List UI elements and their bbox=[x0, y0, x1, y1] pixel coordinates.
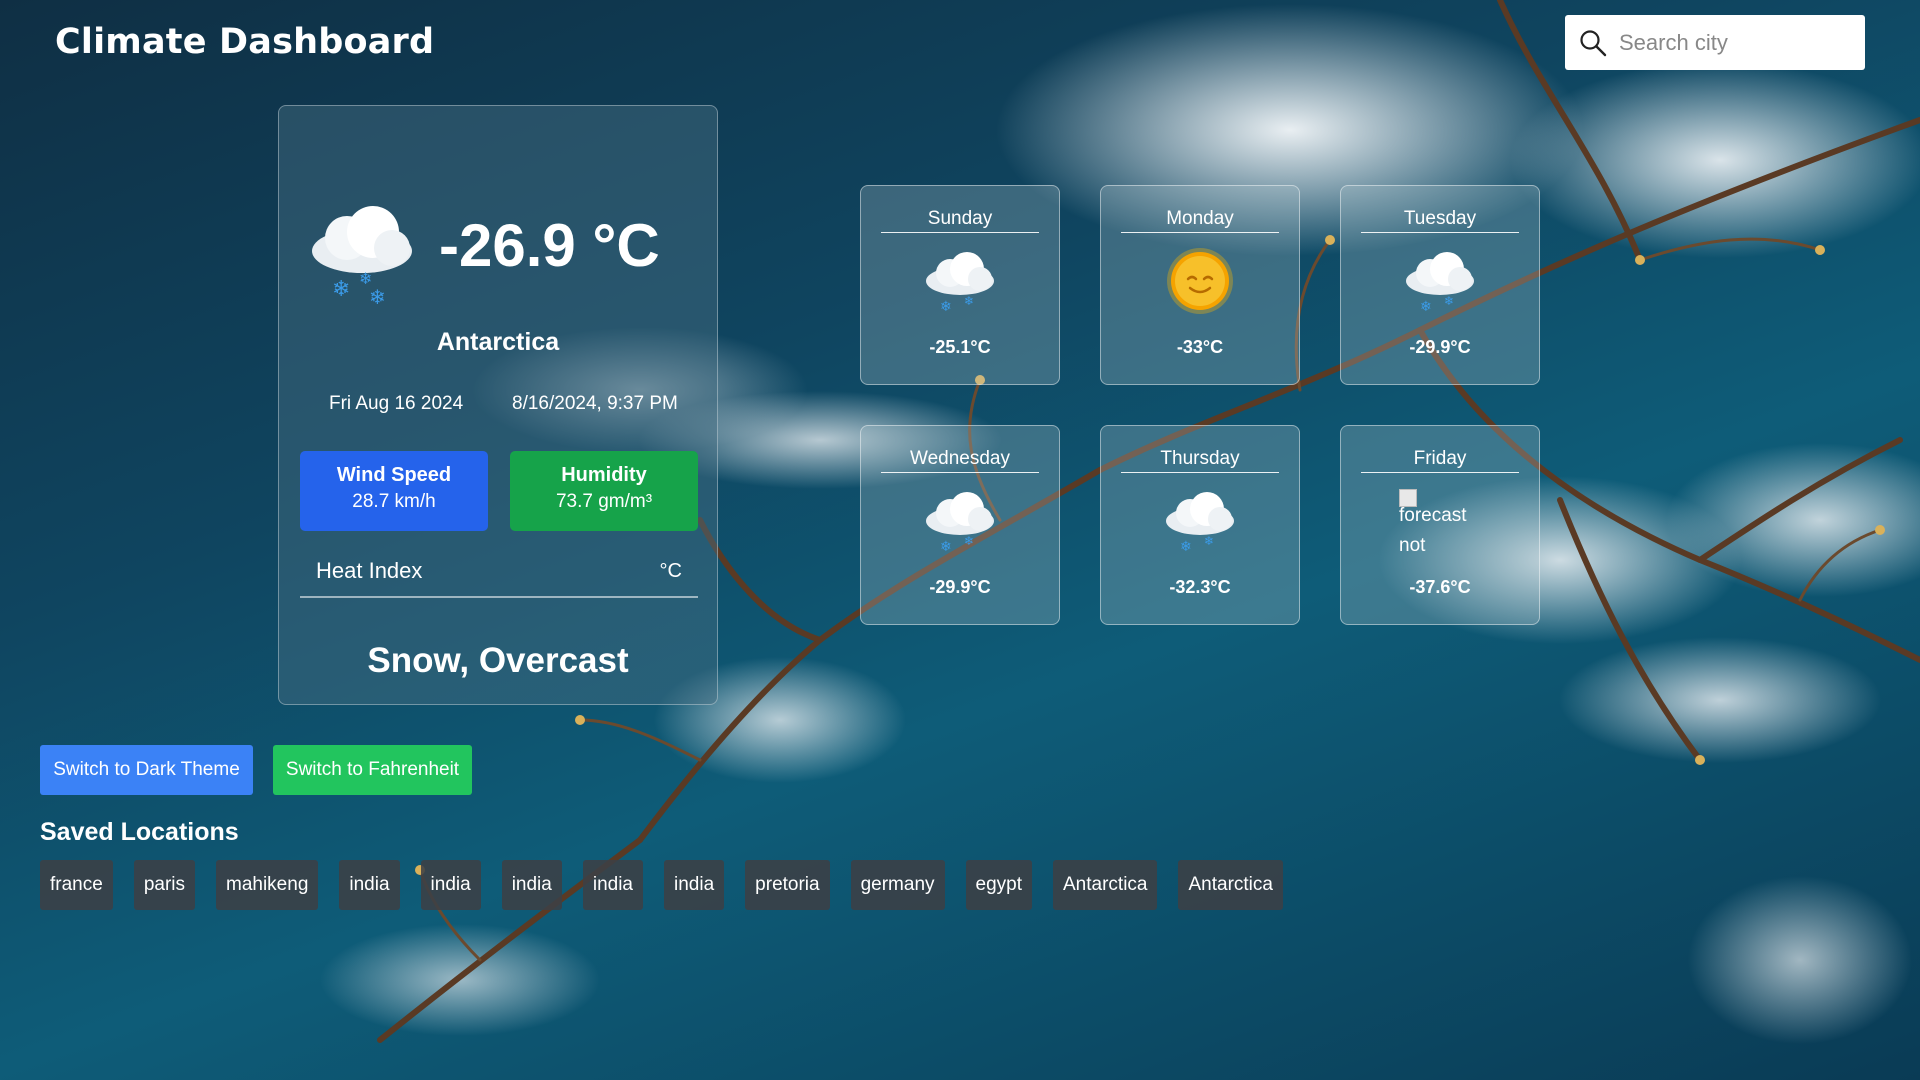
svg-text:❄: ❄ bbox=[1420, 299, 1432, 315]
forecast-temp: -32.3°C bbox=[1169, 577, 1231, 597]
humidity-box: Humidity 73.7 gm/m³ bbox=[510, 451, 698, 531]
saved-location-chip[interactable]: Antarctica bbox=[1053, 860, 1158, 910]
current-temperature: -26.9 °C bbox=[439, 212, 660, 279]
wind-speed-value: 28.7 km/h bbox=[352, 491, 436, 512]
forecast-image-broken: forecast not bbox=[1399, 489, 1509, 561]
svg-text:❄: ❄ bbox=[964, 294, 974, 308]
saved-location-chip[interactable]: france bbox=[40, 860, 113, 910]
current-weather-card: ❄ ❄ ❄ -26.9 °C Antarctica Fri Aug 16 202… bbox=[278, 105, 718, 705]
weather-condition: Snow, Overcast bbox=[367, 641, 629, 680]
forecast-day: Tuesday bbox=[1361, 208, 1519, 233]
svg-text:❄: ❄ bbox=[369, 285, 386, 306]
saved-location-chip[interactable]: pretoria bbox=[745, 860, 830, 910]
snow-cloud-icon: ❄ ❄ bbox=[926, 492, 994, 555]
saved-location-chip[interactable]: Antarctica bbox=[1178, 860, 1283, 910]
svg-text:❄: ❄ bbox=[332, 277, 350, 302]
sun-icon bbox=[1167, 248, 1233, 314]
search-box[interactable] bbox=[1565, 15, 1865, 70]
dark-theme-button[interactable]: Switch to Dark Theme bbox=[40, 745, 253, 795]
wind-speed-label: Wind Speed bbox=[336, 464, 452, 486]
forecast-temp: -33°C bbox=[1176, 337, 1224, 357]
forecast-card-friday: Friday forecast not -37.6°C bbox=[1340, 425, 1540, 625]
forecast-day: Wednesday bbox=[881, 448, 1039, 473]
snow-cloud-icon: ❄ ❄ ❄ bbox=[312, 206, 412, 306]
forecast-day: Monday bbox=[1121, 208, 1279, 233]
search-input[interactable] bbox=[1619, 29, 1859, 56]
svg-text:❄: ❄ bbox=[964, 534, 974, 548]
forecast-day: Friday bbox=[1361, 448, 1519, 473]
forecast-temp: -29.9°C bbox=[929, 577, 991, 597]
forecast-day: Sunday bbox=[881, 208, 1039, 233]
saved-location-chip[interactable]: paris bbox=[133, 860, 195, 910]
saved-location-chip[interactable]: india bbox=[664, 860, 725, 910]
current-date: Fri Aug 16 2024 bbox=[329, 393, 464, 414]
wind-speed-box: Wind Speed 28.7 km/h bbox=[300, 451, 488, 531]
svg-text:❄: ❄ bbox=[1204, 534, 1214, 548]
humidity-value: 73.7 gm/m³ bbox=[555, 491, 653, 512]
forecast-card-wednesday: Wednesday ❄ ❄ -29.9°C bbox=[860, 425, 1060, 625]
forecast-card-monday: Monday -33°C bbox=[1100, 185, 1300, 385]
heat-index-label: Heat Index bbox=[316, 558, 423, 583]
saved-location-chip[interactable]: india bbox=[420, 860, 481, 910]
humidity-label: Humidity bbox=[561, 464, 647, 486]
heat-index-value: °C bbox=[659, 559, 682, 582]
forecast-card-sunday: Sunday ❄ ❄ -25.1°C bbox=[860, 185, 1060, 385]
saved-locations-list: france paris mahikeng india india india … bbox=[40, 860, 1304, 910]
forecast-temp: -37.6°C bbox=[1409, 577, 1471, 597]
saved-location-chip[interactable]: india bbox=[501, 860, 562, 910]
fahrenheit-button[interactable]: Switch to Fahrenheit bbox=[273, 745, 472, 795]
snow-cloud-icon: ❄ ❄ bbox=[1406, 252, 1474, 315]
svg-text:❄: ❄ bbox=[1180, 539, 1192, 555]
forecast-temp: -29.9°C bbox=[1409, 337, 1471, 357]
page-title: Climate Dashboard bbox=[55, 22, 435, 62]
forecast-day: Thursday bbox=[1121, 448, 1279, 473]
forecast-temp: -25.1°C bbox=[929, 337, 991, 357]
snow-cloud-icon: ❄ ❄ bbox=[926, 252, 994, 315]
heat-index-row: Heat Index °C bbox=[300, 546, 698, 598]
saved-locations-title: Saved Locations bbox=[40, 818, 239, 846]
search-icon bbox=[1580, 29, 1607, 56]
svg-text:❄: ❄ bbox=[940, 539, 952, 555]
saved-location-chip[interactable]: mahikeng bbox=[216, 860, 319, 910]
current-datetime: 8/16/2024, 9:37 PM bbox=[512, 393, 678, 414]
saved-location-chip[interactable]: germany bbox=[850, 860, 945, 910]
forecast-card-tuesday: Tuesday ❄ ❄ -29.9°C bbox=[1340, 185, 1540, 385]
saved-location-chip[interactable]: egypt bbox=[965, 860, 1032, 910]
saved-location-chip[interactable]: india bbox=[339, 860, 400, 910]
forecast-card-thursday: Thursday ❄ ❄ -32.3°C bbox=[1100, 425, 1300, 625]
city-name: Antarctica bbox=[436, 328, 560, 356]
svg-text:❄: ❄ bbox=[1444, 294, 1454, 308]
image-alt-text: forecast bbox=[1399, 505, 1467, 526]
svg-text:❄: ❄ bbox=[940, 299, 952, 315]
snow-cloud-icon: ❄ ❄ bbox=[1166, 492, 1234, 555]
image-alt-text: not bbox=[1399, 535, 1426, 556]
saved-location-chip[interactable]: india bbox=[582, 860, 644, 910]
